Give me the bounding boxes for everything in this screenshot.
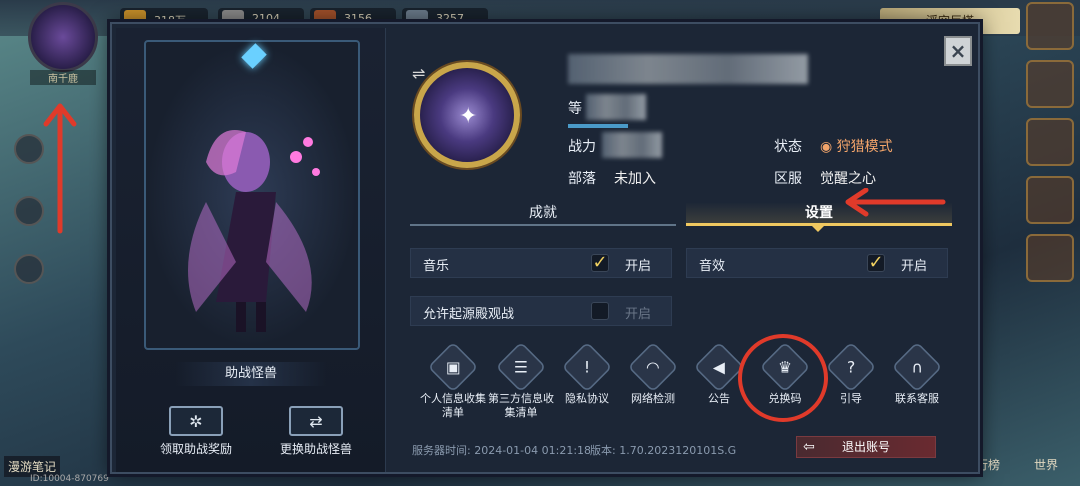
music-setting-row: 音乐 ✓ 开启 xyxy=(410,248,672,278)
right-menu-icon[interactable] xyxy=(1026,60,1074,108)
version-info: 版本: 1.70.2023120101S.G xyxy=(590,444,737,457)
annotation-arrow-left xyxy=(845,188,946,217)
right-menu-icon[interactable] xyxy=(1026,2,1074,50)
customer-service-button[interactable]: ∩ 联系客服 xyxy=(882,341,952,406)
status-label: 状态 xyxy=(774,139,802,155)
swap-icon: ⇄ xyxy=(289,406,343,436)
hunting-mode-icon: ◉ xyxy=(820,139,833,155)
compass-star-icon: ✦ xyxy=(459,104,478,129)
status-value: ◉ 狩猎模式 xyxy=(820,139,893,155)
close-button[interactable]: × xyxy=(944,36,972,66)
swap-avatar-icon[interactable]: ⇌ xyxy=(412,64,425,83)
personal-info-list-button[interactable]: ▣ 个人信息收集清单 xyxy=(418,341,488,420)
tribe-label: 部落 xyxy=(568,171,596,187)
annotation-circle xyxy=(738,334,828,422)
redacted-name xyxy=(568,54,808,84)
swap-assist-monster-button[interactable]: ⇄ 更换助战怪兽 xyxy=(256,406,376,457)
sfx-setting-row: 音效 ✓ 开启 xyxy=(686,248,948,278)
flower-icon: ✲ xyxy=(169,406,223,436)
right-menu-icon[interactable] xyxy=(1026,176,1074,224)
close-icon: × xyxy=(949,39,967,63)
user-id: ID:10004-870769 xyxy=(30,474,109,484)
player-avatar[interactable] xyxy=(28,2,98,72)
headset-icon: ∩ xyxy=(911,357,923,377)
server-label: 区服 xyxy=(774,171,802,187)
help-icon: ? xyxy=(846,357,856,377)
shield-icon: ! xyxy=(583,357,591,377)
power-label: 战力 xyxy=(568,139,596,155)
claim-assist-reward-button[interactable]: ✲ 领取助战奖励 xyxy=(136,406,256,457)
settings-modal: 助战怪兽 ✲ 领取助战奖励 ⇄ 更换助战怪兽 × ⇌ ✦ 等 战力 部落 未加入… xyxy=(110,22,980,474)
list-icon: ☰ xyxy=(514,357,528,377)
sfx-checkbox[interactable]: ✓ xyxy=(867,254,885,272)
server-time: 服务器时间: 2024-01-04 01:21:18 xyxy=(412,444,592,457)
level-progress-bar xyxy=(568,124,628,128)
profile-avatar[interactable]: ✦ xyxy=(414,62,520,168)
right-menu-icon[interactable] xyxy=(1026,118,1074,166)
server-value: 觉醒之心 xyxy=(820,171,876,187)
redacted-level xyxy=(586,94,646,120)
world-label[interactable]: 世界 xyxy=(1034,456,1058,473)
wifi-icon: ◠ xyxy=(646,357,660,377)
exit-arrow-icon: ⇦ xyxy=(803,439,815,455)
spectate-state: 开启 xyxy=(625,307,652,322)
assist-monster-portrait xyxy=(188,130,320,332)
player-avatar-name: 南千鹿 xyxy=(30,70,96,85)
tribe-value: 未加入 xyxy=(614,171,656,187)
megaphone-icon: ◀ xyxy=(712,357,725,377)
side-button[interactable] xyxy=(14,254,44,284)
assist-monster-label: 助战怪兽 xyxy=(176,362,326,386)
assist-monster-panel: 助战怪兽 ✲ 领取助战奖励 ⇄ 更换助战怪兽 xyxy=(116,28,386,472)
logout-button[interactable]: ⇦ 退出账号 xyxy=(796,436,936,458)
annotation-arrow-up xyxy=(43,103,77,234)
monster-frame xyxy=(144,40,360,350)
spectate-checkbox[interactable] xyxy=(591,302,609,320)
redacted-power xyxy=(602,132,662,158)
tab-achievements[interactable]: 成就 xyxy=(410,202,676,226)
gem-icon xyxy=(241,43,267,69)
music-state: 开启 xyxy=(625,259,652,274)
sfx-state: 开启 xyxy=(901,259,928,274)
spectate-setting-row: 允许起源殿观战 开启 xyxy=(410,296,672,326)
third-party-info-list-button[interactable]: ☰ 第三方信息收集清单 xyxy=(486,341,556,420)
tab-indicator xyxy=(812,226,824,232)
id-card-icon: ▣ xyxy=(445,357,461,377)
right-menu-icon[interactable] xyxy=(1026,234,1074,282)
level-label: 等 xyxy=(568,101,582,117)
privacy-policy-button[interactable]: ! 隐私协议 xyxy=(552,341,622,406)
network-check-button[interactable]: ◠ 网络检测 xyxy=(618,341,688,406)
music-checkbox[interactable]: ✓ xyxy=(591,254,609,272)
